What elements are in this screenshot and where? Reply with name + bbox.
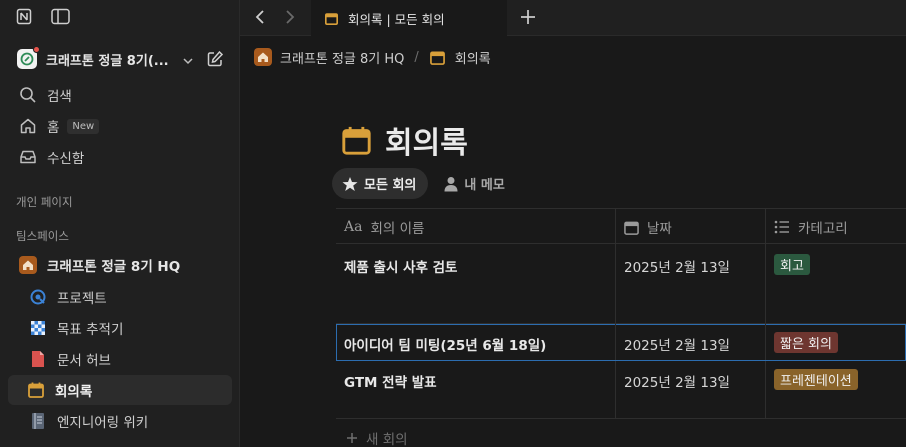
view-tab-label: 내 메모 <box>464 178 505 193</box>
section-teamspace-label[interactable]: 팀스페이스 <box>16 228 69 244</box>
star-icon <box>342 176 358 192</box>
calendar-icon <box>26 380 46 400</box>
meeting-name[interactable]: 제품 출시 사후 검토 <box>344 256 457 276</box>
sidebar-item-projects[interactable]: 프로젝트 <box>18 282 232 312</box>
notion-logo-icon[interactable] <box>16 8 33 25</box>
category-tag: 회고 <box>774 254 810 275</box>
breadcrumb-item-teamspace[interactable]: 크래프톤 정글 8기 HQ <box>280 48 404 67</box>
column-divider <box>765 361 766 418</box>
view-tab-my-notes[interactable]: 내 메모 <box>434 168 516 199</box>
list-icon <box>774 220 790 234</box>
view-tabs: 모든 회의 내 메모 <box>332 168 517 199</box>
view-tab-label: 모든 회의 <box>364 178 417 193</box>
text-property-icon: Aa <box>344 219 363 235</box>
sidebar-item-label: 프로젝트 <box>57 291 107 307</box>
home-icon <box>254 48 272 66</box>
history-controls <box>254 9 296 29</box>
tab-meetings[interactable]: 회의록 | 모든 회의 <box>311 0 507 36</box>
workspace-name: 크래프톤 정글 8기(... <box>46 53 169 69</box>
home-icon <box>18 116 38 136</box>
home-icon <box>18 255 38 275</box>
sidebar-item-label: 홈 <box>47 120 60 136</box>
category-cell[interactable]: 회고 <box>774 254 810 275</box>
section-private-label[interactable]: 개인 페이지 <box>16 194 73 210</box>
breadcrumb-item-meetings[interactable]: 회의록 <box>455 48 491 67</box>
column-divider <box>765 244 766 323</box>
meeting-date[interactable]: 2025년 2월 13일 <box>624 256 730 276</box>
column-divider <box>615 324 616 360</box>
calendar-icon <box>325 12 338 25</box>
table-row[interactable]: GTM 전략 발표 2025년 2월 13일 프레젠테이션 <box>336 361 906 419</box>
new-badge: New <box>67 118 100 134</box>
sidebar: 크래프톤 정글 8기(... 검색 홈 New 수신함 개인 페이지 팀스페이스 <box>0 0 240 447</box>
category-cell[interactable]: 짧은 회의 <box>774 332 838 353</box>
page-title[interactable]: 회의록 <box>385 118 468 162</box>
notification-dot <box>33 46 40 53</box>
meeting-date[interactable]: 2025년 2월 13일 <box>624 334 730 354</box>
sidebar-item-label: 수신함 <box>47 151 85 167</box>
search-icon <box>18 85 38 105</box>
sidebar-item-label: 목표 추적기 <box>57 322 124 338</box>
new-tab-icon[interactable] <box>518 7 538 31</box>
table-row[interactable]: 아이디어 팀 미팅(25년 6월 18일) 2025년 2월 13일 짧은 회의 <box>336 324 906 361</box>
sidebar-item-label: 검색 <box>47 89 72 105</box>
page-header: 회의록 <box>342 118 468 162</box>
new-meeting-button[interactable]: 새 회의 <box>346 428 408 447</box>
meetings-table: Aa 회의 이름 날짜 카테고리 제품 출시 사후 검토 2025년 2월 13… <box>336 208 906 419</box>
plus-icon <box>346 432 358 444</box>
sidebar-item-home[interactable]: 홈 New <box>8 111 232 141</box>
back-arrow-icon[interactable] <box>254 9 268 29</box>
column-header-category[interactable]: 카테고리 <box>766 209 848 245</box>
table-header: Aa 회의 이름 날짜 카테고리 <box>336 208 906 244</box>
person-icon <box>444 176 458 192</box>
meeting-name[interactable]: GTM 전략 발표 <box>344 371 437 391</box>
calendar-icon <box>429 48 447 66</box>
calendar-icon[interactable] <box>342 126 371 155</box>
sidebar-item-label: 크래프톤 정글 8기 HQ <box>47 259 181 275</box>
sidebar-item-label: 회의록 <box>55 384 93 400</box>
new-meeting-label: 새 회의 <box>366 432 408 447</box>
view-tab-all-meetings[interactable]: 모든 회의 <box>332 168 429 199</box>
forward-arrow-icon[interactable] <box>282 9 296 29</box>
category-tag: 짧은 회의 <box>774 332 838 353</box>
calendar-icon <box>624 220 639 235</box>
meeting-date[interactable]: 2025년 2월 13일 <box>624 371 730 391</box>
table-row[interactable]: 제품 출시 사후 검토 2025년 2월 13일 회고 <box>336 244 906 324</box>
column-header-date[interactable]: 날짜 <box>616 209 672 245</box>
breadcrumb: 크래프톤 정글 8기 HQ / 회의록 <box>254 46 491 68</box>
column-divider <box>615 244 616 323</box>
checkered-flag-icon <box>28 318 48 338</box>
sidebar-item-meetings[interactable]: 회의록 <box>8 375 232 405</box>
tab-bar: 회의록 | 모든 회의 <box>240 0 906 36</box>
tab-title: 회의록 | 모든 회의 <box>348 11 445 27</box>
sidebar-item-inbox[interactable]: 수신함 <box>8 142 232 172</box>
chevron-down-icon[interactable] <box>182 52 194 71</box>
column-divider <box>765 324 766 360</box>
sidebar-item-docs[interactable]: 문서 허브 <box>18 344 232 374</box>
sidebar-item-search[interactable]: 검색 <box>8 80 232 110</box>
document-icon <box>28 349 48 369</box>
sidebar-item-label: 엔지니어링 위키 <box>57 415 149 431</box>
workspace-logo-icon <box>17 46 40 69</box>
category-tag: 프레젠테이션 <box>774 369 858 390</box>
category-cell[interactable]: 프레젠테이션 <box>774 369 858 390</box>
sidebar-toggle-icon[interactable] <box>51 8 70 25</box>
new-page-icon[interactable] <box>206 50 224 72</box>
column-divider <box>615 361 616 418</box>
column-header-name[interactable]: Aa 회의 이름 <box>336 209 424 245</box>
meeting-name[interactable]: 아이디어 팀 미팅(25년 6월 18일) <box>344 334 546 354</box>
sidebar-item-label: 문서 허브 <box>57 353 111 369</box>
wiki-icon <box>28 411 48 431</box>
inbox-icon <box>18 147 38 167</box>
sidebar-item-wiki[interactable]: 엔지니어링 위키 <box>18 406 232 436</box>
workspace-switcher[interactable]: 크래프톤 정글 8기(... <box>8 44 232 74</box>
sidebar-item-teamspace[interactable]: 크래프톤 정글 8기 HQ <box>8 250 232 280</box>
breadcrumb-separator: / <box>414 49 419 65</box>
projects-icon <box>28 287 48 307</box>
sidebar-top-controls <box>16 8 70 25</box>
sidebar-item-goals[interactable]: 목표 추적기 <box>18 313 232 343</box>
